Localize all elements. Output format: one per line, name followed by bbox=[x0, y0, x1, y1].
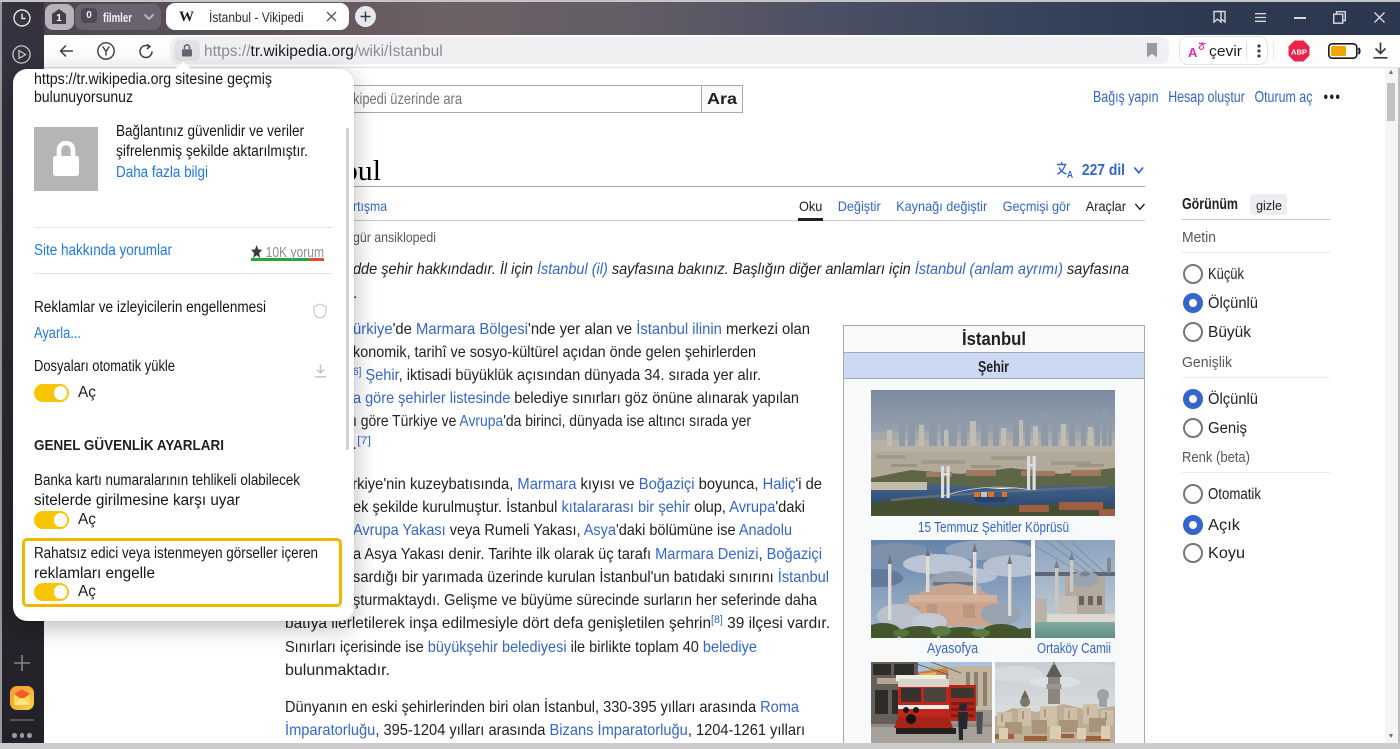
svg-text:ABP: ABP bbox=[1291, 48, 1307, 57]
svg-text:A: A bbox=[1067, 169, 1073, 178]
svg-text:1: 1 bbox=[56, 13, 62, 24]
